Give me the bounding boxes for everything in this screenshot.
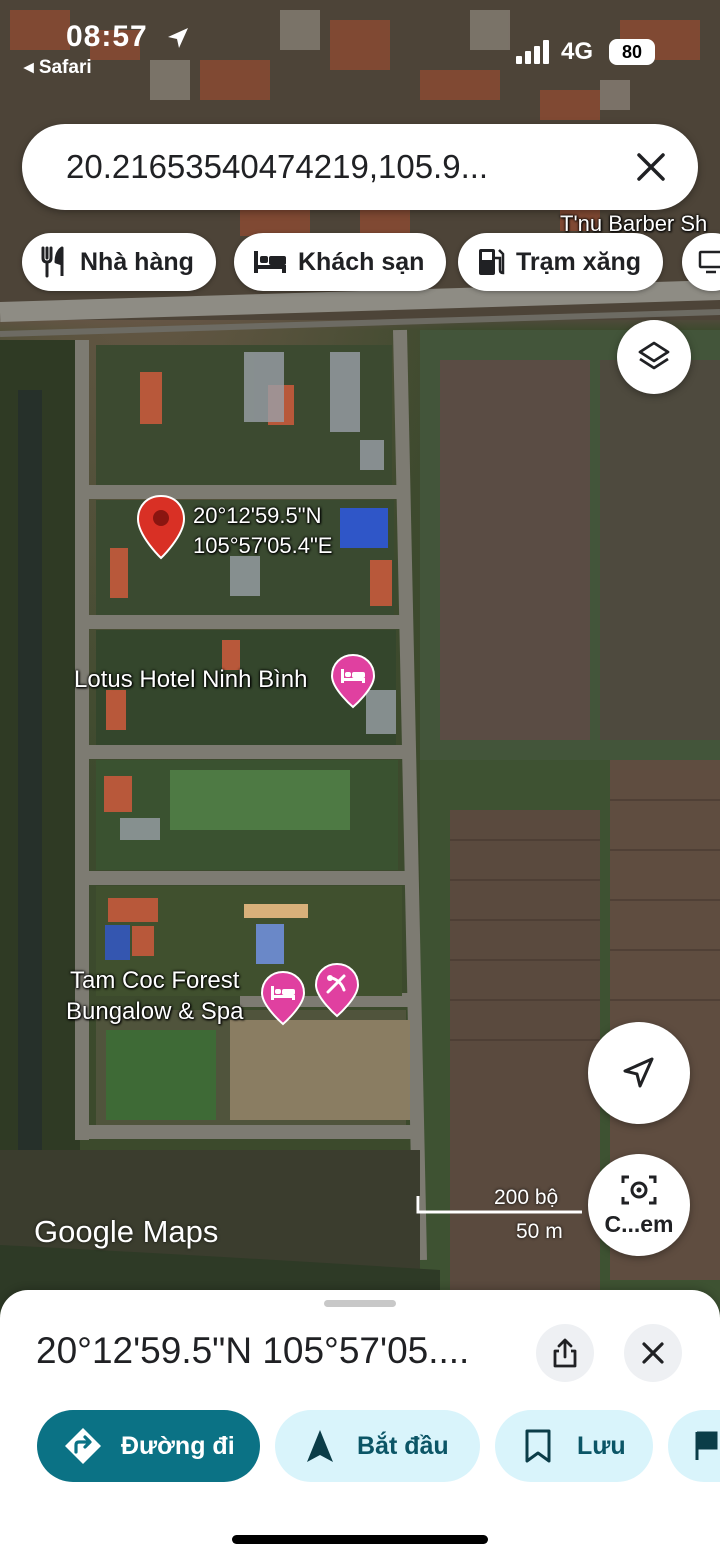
hotel-pin-icon[interactable] [260,970,306,1026]
place-label-tam-coc-line2[interactable]: Bungalow & Spa [66,996,243,1028]
hotel-pin-icon[interactable] [330,653,376,709]
chip-gas-stations[interactable]: Trạm xăng [458,233,664,291]
directions-label: Đường đi [121,1431,235,1460]
chip-label: Trạm xăng [516,247,642,276]
navigation-arrow-icon [623,1057,654,1088]
save-label: Lưu [577,1431,626,1460]
chip-label: Khách sạn [298,247,425,276]
dropped-pin-icon[interactable] [134,494,188,562]
directions-icon [65,1428,101,1464]
navigation-arrow-icon [307,1430,333,1462]
signal-bars-icon [516,40,549,64]
share-icon [553,1338,577,1368]
directions-button[interactable]: Đường đi [37,1410,260,1482]
camera-search-button[interactable]: C...em [588,1154,690,1256]
start-button[interactable]: Bắt đầu [275,1410,480,1482]
save-button[interactable]: Lưu [495,1410,653,1482]
chip-hotels[interactable]: Khách sạn [234,233,447,291]
start-label: Bắt đầu [357,1431,449,1460]
scale-label-bottom: 50 m [516,1220,563,1243]
back-to-safari[interactable]: ◂ Safari [24,56,92,79]
layers-button[interactable] [617,320,691,394]
search-bar[interactable]: 20.21653540474219,105.9... [22,124,698,210]
close-icon[interactable] [630,146,672,188]
home-indicator[interactable] [232,1535,488,1544]
google-maps-logo: Google Maps [34,1214,219,1249]
place-label-lotus-hotel[interactable]: Lotus Hotel Ninh Bình [74,664,307,696]
share-button[interactable] [536,1324,594,1382]
sheet-grabber[interactable] [324,1300,396,1307]
layers-icon [638,341,670,370]
camera-search-label: C...em [604,1210,674,1237]
pin-coordinate-lng: 105°57'05.4"E [193,533,333,558]
search-input[interactable]: 20.21653540474219,105.9... [66,148,586,186]
bookmark-icon [525,1429,551,1463]
place-label-tam-coc-line1[interactable]: Tam Coc Forest [70,965,239,997]
my-location-button[interactable] [588,1022,690,1124]
location-arrow-icon [168,28,188,48]
flag-icon [695,1431,718,1460]
spa-icon[interactable] [314,962,360,1018]
camera-search-icon [621,1175,657,1204]
scale-label-top: 200 bộ [494,1186,559,1209]
gas-station-icon [479,249,505,275]
network-type: 4G [561,38,594,65]
sheet-title: 20°12'59.5"N 105°57'05.... [36,1330,470,1371]
hotel-bed-icon [254,251,286,273]
status-time: 08:57 [66,20,148,53]
sheet-close-button[interactable] [624,1324,682,1382]
chip-label: Nhà hàng [80,247,194,276]
restaurant-icon [41,246,64,278]
battery-indicator: 80 [609,39,655,65]
chip-restaurants[interactable]: Nhà hàng [22,233,216,291]
monitor-icon [698,250,720,274]
pin-coordinate-lat: 20°12'59.5"N [193,503,322,528]
close-icon [642,1342,664,1364]
